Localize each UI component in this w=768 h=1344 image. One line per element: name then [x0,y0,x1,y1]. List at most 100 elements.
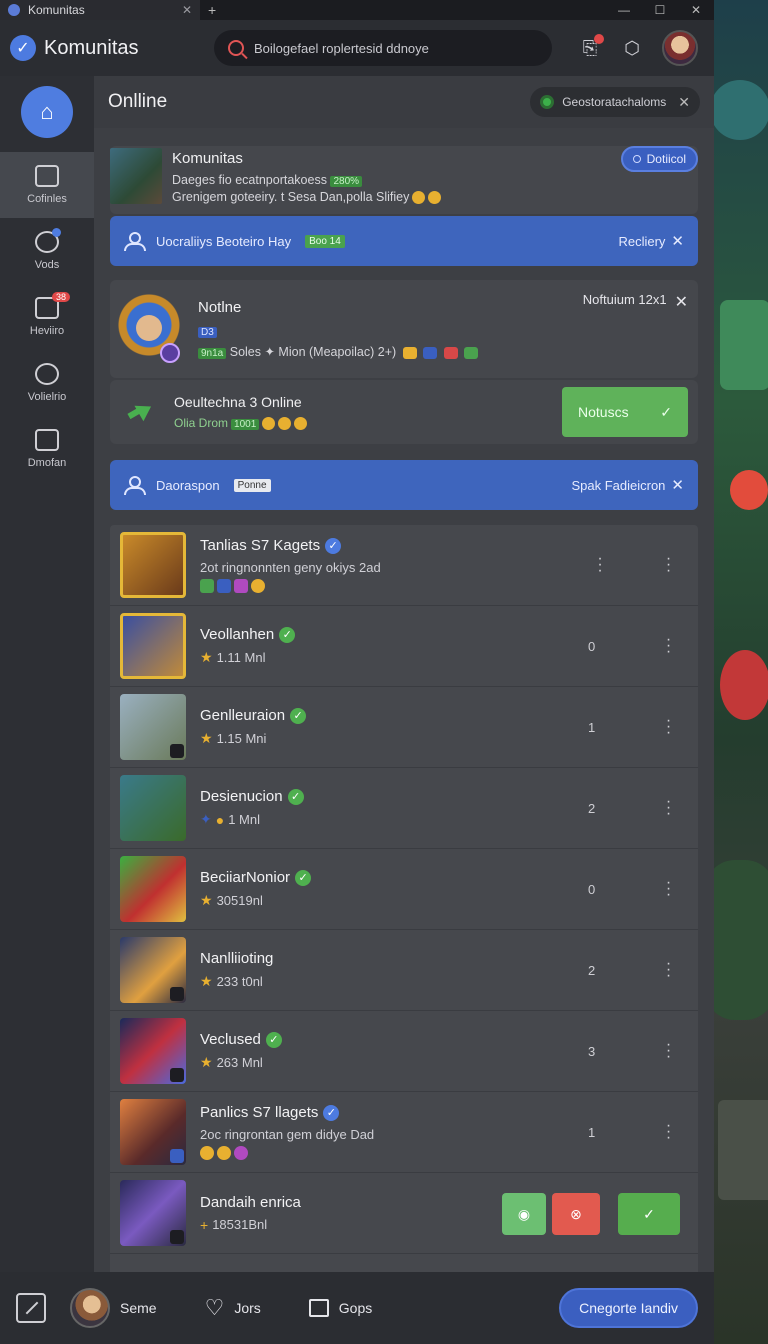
profile-tag: 9n1a [198,348,227,359]
list-item[interactable]: Veclused ✓ ★ 263 Mnl 3 · · · [110,1011,698,1092]
settings-icon[interactable]: ⬡ [620,36,644,60]
list-item[interactable]: Tanlias S7 Kagets ✓ 2ot ringnonnten geny … [110,525,698,606]
refresh-icon [35,363,59,385]
heart-icon: ♡ [204,1295,225,1320]
maximize-button[interactable]: ☐ [642,0,678,20]
member-avatar [120,856,186,922]
banner-tag: Ponne [233,478,271,492]
more-icon[interactable]: · · · [662,551,674,579]
member-name: BeciiarNonior [200,869,291,886]
online-card: Oeultechna 3 Online Olia Drom 1001 Notusc… [110,380,698,444]
corner-badge-icon [170,1068,184,1082]
accept-button[interactable]: ✓ [618,1193,680,1235]
home-server-icon[interactable]: ⌂ [21,86,73,138]
member-count: 3 [588,1043,596,1059]
tab-title: Komunitas [28,3,85,17]
reject-icon: ⊗ [570,1205,582,1222]
likes-tab-label: Jors [234,1300,261,1316]
list-item[interactable]: Dandaih enrica +18531Bnl ◉ ⊗ ✓ [110,1173,698,1254]
profile-name: Notlne [198,299,242,316]
close-icon[interactable]: ✕ [675,292,688,312]
search-icon [228,40,244,56]
emoji-icon [412,191,426,205]
info-banner-2[interactable]: Daoraspon Ponne Spak Fadieicron ✕ [110,460,698,510]
edit-icon [35,429,59,451]
status-chip[interactable]: Geostoratachaloms ✕ [530,87,700,117]
banner-action[interactable]: Spak Fadieicron [571,478,665,493]
more-icon[interactable]: · · · [662,632,674,660]
more-icon[interactable]: · · · [662,875,674,903]
new-tab-button[interactable]: + [200,2,224,18]
sidebar-item-dmofan[interactable]: Dmofan [0,416,94,482]
browser-tab[interactable]: Komunitas ✕ [0,0,200,20]
profile-tab[interactable]: Seme [70,1288,157,1328]
sidebar-item-vods[interactable]: Vods [0,218,94,284]
search-bar[interactable] [214,30,552,66]
more-icon[interactable]: · · · [662,956,674,984]
more-icon[interactable]: · · · [662,713,674,741]
verified-icon: ✓ [287,788,304,805]
list-item[interactable]: Panlics S7 llagets ✓ 2oc ringrontan gem d… [110,1092,698,1173]
compose-icon[interactable] [16,1293,46,1323]
member-count: 1 [588,719,596,735]
member-name: Genlleuraion [200,707,286,724]
chat-bubble-icon: ◉ [517,1205,531,1222]
member-avatar [120,775,186,841]
online-sub: Olia Drom [174,415,229,430]
verified-icon: ✓ [325,537,342,554]
online-status-icon [540,95,555,109]
tag-icon [217,579,231,593]
corner-badge-icon [170,1230,184,1244]
list-item[interactable]: Nanlliioting ★ 233 t0nl 2 · · · [110,930,698,1011]
profile-card[interactable]: Notlne D3 9n1a Soles ✦ Mion (Meapoilac) … [110,280,698,378]
verified-icon: ✓ [323,1104,340,1121]
percent-badge: 280% [330,176,363,187]
minimize-button[interactable]: — [606,0,642,20]
list-item[interactable]: Genlleuraion ✓ ★ 1.15 Mni 1 · · · [110,687,698,768]
close-window-button[interactable]: ✕ [678,0,714,20]
member-name: Dandaih enrica [200,1193,301,1211]
chat-icon [308,1299,329,1317]
check-icon: ✓ [660,403,672,420]
more-icon[interactable]: · · · [662,1118,674,1146]
more-icon[interactable]: · · · [662,1037,674,1065]
user-avatar[interactable] [662,30,698,66]
search-input[interactable] [254,40,538,56]
community-card[interactable]: Komunitas Daeges fio ecatnportakoess 280… [110,146,698,214]
star-icon: ★ [200,973,213,989]
banner-action[interactable]: Recliery [618,234,665,249]
window-titlebar: Komunitas ✕ + — ☐ ✕ [0,0,714,20]
list-item[interactable]: BeciiarNonior ✓ ★ 30519nl 0 · · · [110,849,698,930]
create-button[interactable]: Cnegorte Iandiv [559,1288,698,1328]
chat-tab[interactable]: Gops [308,1299,372,1317]
sidebar-item-cofinles[interactable]: Cofinles [0,152,94,218]
likes-tab[interactable]: ♡ Jors [205,1295,261,1321]
sidebar-item-heviiro[interactable]: 38 Heviiro [0,284,94,350]
brand[interactable]: ✓ Komunitas [10,35,214,61]
window-controls: — ☐ ✕ [606,0,714,20]
emoji-icon [234,1146,248,1160]
tab-close-icon[interactable]: ✕ [182,3,192,17]
sidebar-item-label: Heviiro [29,325,65,337]
list-item[interactable]: Veollanhen ✓ ★ 1.11 Mnl 0 · · · [110,606,698,687]
member-avatar [120,532,186,598]
reject-button[interactable]: ⊗ [552,1193,600,1235]
list-item[interactable]: Desienucion ✓ ✦ ● 1 Mnl 2 · · · [110,768,698,849]
notifications-icon[interactable]: ⎘ [578,34,604,60]
close-icon[interactable]: ✕ [671,476,684,494]
online-title: Oeultechna 3 Online [174,393,302,410]
more-icon[interactable]: · · · [594,551,606,579]
member-avatar [120,1018,186,1084]
close-icon[interactable]: ✕ [678,94,690,111]
message-button[interactable]: ◉ [502,1193,546,1235]
info-banner[interactable]: Uocraliiys Beoteiro Hay Boo 14 Recliery … [110,216,698,266]
badge-icon: ✦ [200,811,212,827]
notuscs-button[interactable]: Notuscs ✓ [562,387,688,437]
community-action-button[interactable]: Dotiicol [620,146,698,172]
close-icon[interactable]: ✕ [671,232,684,250]
banner-text: Uocraliiys Beoteiro Hay [156,233,292,249]
more-icon[interactable]: · · · [662,794,674,822]
star-icon: ★ [200,892,213,908]
sidebar-item-volielrio[interactable]: Volielrio [0,350,94,416]
user-icon [124,476,146,495]
